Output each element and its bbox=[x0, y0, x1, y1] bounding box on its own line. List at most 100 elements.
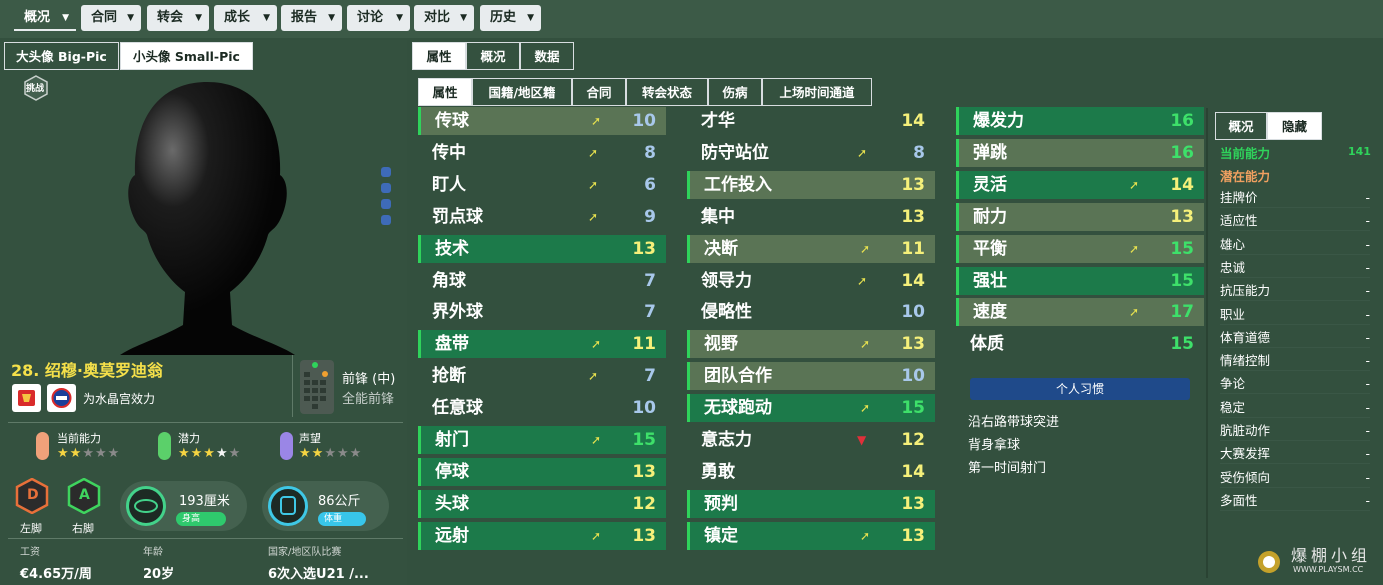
weight-card: 86公斤 体重 bbox=[262, 481, 389, 531]
attribute-row[interactable]: 角球 7 bbox=[418, 267, 666, 295]
hidden-attribute-value: - bbox=[1365, 306, 1370, 322]
side-tab-hidden[interactable]: 隐藏 bbox=[1267, 112, 1322, 140]
attribute-value: 15 bbox=[901, 398, 925, 419]
hidden-attribute-value: - bbox=[1365, 446, 1370, 462]
pager-dot[interactable] bbox=[381, 183, 391, 193]
attribute-row[interactable]: 才华 14 bbox=[687, 107, 935, 135]
subtab-contract[interactable]: 合同 bbox=[572, 78, 626, 106]
attribute-name: 头球 bbox=[435, 493, 469, 514]
tab-attributes[interactable]: 属性 bbox=[412, 42, 466, 70]
attribute-row[interactable]: 视野 13 ➚ bbox=[687, 330, 935, 359]
attribute-row[interactable]: 工作投入 13 bbox=[687, 170, 935, 199]
attribute-name: 集中 bbox=[701, 206, 735, 227]
pager-dot[interactable] bbox=[381, 199, 391, 209]
attribute-name: 停球 bbox=[435, 461, 469, 482]
attribute-row[interactable]: 罚点球 9 ➚ bbox=[418, 203, 666, 231]
attribute-row[interactable]: 传中 8 ➚ bbox=[418, 139, 666, 167]
attribute-row[interactable]: 无球跑动 15 ➚ bbox=[687, 394, 935, 423]
nav-report[interactable]: 报告 ▼ bbox=[281, 5, 342, 31]
nav-development[interactable]: 成长 ▼ bbox=[214, 5, 277, 31]
subtab-transfer-status[interactable]: 转会状态 bbox=[626, 78, 708, 106]
attribute-value: 12 bbox=[901, 430, 925, 450]
habits-header[interactable]: 个人习惯 bbox=[970, 378, 1190, 400]
attribute-row[interactable]: 盯人 6 ➚ bbox=[418, 171, 666, 199]
hidden-attribute-row: 忠诚 - bbox=[1220, 258, 1370, 278]
attribute-value: 7 bbox=[644, 270, 656, 291]
side-tab-overview[interactable]: 概况 bbox=[1215, 112, 1267, 140]
tab-big-pic[interactable]: 大头像 Big-Pic bbox=[4, 42, 119, 70]
club-text[interactable]: 为水晶宫效力 bbox=[83, 390, 155, 407]
player-head-icon bbox=[120, 82, 295, 355]
attribute-value: 14 bbox=[901, 111, 925, 131]
attribute-row[interactable]: 体质 15 bbox=[956, 330, 1204, 358]
nav-contract[interactable]: 合同 ▼ bbox=[81, 5, 141, 31]
attribute-value: 14 bbox=[1170, 174, 1194, 195]
subtab-injury[interactable]: 伤病 bbox=[708, 78, 762, 106]
attribute-row[interactable]: 意志力 12 ▼ bbox=[687, 426, 935, 454]
attribute-row[interactable]: 技术 13 bbox=[418, 234, 666, 263]
attribute-row[interactable]: 爆发力 16 bbox=[956, 107, 1204, 135]
attribute-row[interactable]: 领导力 14 ➚ bbox=[687, 267, 935, 295]
attribute-row[interactable]: 强壮 15 bbox=[956, 266, 1204, 295]
attribute-row[interactable]: 速度 17 ➚ bbox=[956, 298, 1204, 327]
attribute-name: 耐力 bbox=[973, 206, 1007, 227]
club-badge[interactable] bbox=[47, 384, 76, 412]
attribute-value: 8 bbox=[913, 142, 925, 163]
pager-dot[interactable] bbox=[381, 215, 391, 225]
attribute-row[interactable]: 传球 10 ➚ bbox=[418, 107, 666, 135]
attribute-row[interactable]: 预判 13 bbox=[687, 489, 935, 518]
attribute-row[interactable]: 头球 12 bbox=[418, 489, 666, 518]
attribute-row[interactable]: 团队合作 10 bbox=[687, 362, 935, 391]
pager-dot[interactable] bbox=[381, 167, 391, 177]
attribute-row[interactable]: 灵活 14 ➚ bbox=[956, 170, 1204, 199]
attribute-row[interactable]: 勇敢 14 bbox=[687, 458, 935, 486]
ca-stars: ★★★★★ bbox=[57, 446, 121, 461]
attribute-name: 强壮 bbox=[973, 270, 1007, 291]
attribute-row[interactable]: 远射 13 ➚ bbox=[418, 521, 666, 550]
attribute-row[interactable]: 决断 11 ➚ bbox=[687, 234, 935, 263]
subtab-playing-time[interactable]: 上场时间通道 bbox=[762, 78, 872, 106]
tab-overview[interactable]: 概况 bbox=[466, 42, 520, 70]
left-foot-label: 左脚 bbox=[20, 522, 42, 535]
nationality-flag[interactable] bbox=[12, 384, 41, 412]
attribute-row[interactable]: 集中 13 bbox=[687, 203, 935, 231]
hidden-attribute-label: 职业 bbox=[1220, 306, 1246, 322]
attribute-row[interactable]: 弹跳 16 bbox=[956, 138, 1204, 167]
attribute-row[interactable]: 任意球 10 bbox=[418, 394, 666, 422]
attribute-row[interactable]: 耐力 13 bbox=[956, 202, 1204, 231]
nav-overview[interactable]: 概况 ▼ bbox=[14, 5, 76, 31]
arrow-up-icon: ➚ bbox=[591, 337, 602, 352]
position-pitch bbox=[300, 360, 334, 414]
attribute-name: 灵活 bbox=[973, 174, 1007, 195]
nav-compare[interactable]: 对比 ▼ bbox=[414, 5, 474, 31]
divider bbox=[8, 538, 403, 539]
attribute-row[interactable]: 侵略性 10 bbox=[687, 298, 935, 326]
chevron-down-icon: ▼ bbox=[527, 13, 534, 23]
attribute-row[interactable]: 射门 15 ➚ bbox=[418, 426, 666, 454]
nav-discussion[interactable]: 讨论 ▼ bbox=[347, 5, 410, 31]
arrow-up-icon: ➚ bbox=[1129, 305, 1140, 320]
attribute-row[interactable]: 界外球 7 bbox=[418, 298, 666, 326]
tab-small-pic[interactable]: 小头像 Small-Pic bbox=[120, 42, 253, 70]
rep-stars: ★★★★★ bbox=[299, 446, 363, 461]
attribute-row[interactable]: 停球 13 bbox=[418, 457, 666, 486]
attribute-row[interactable]: 盘带 11 ➚ bbox=[418, 330, 666, 359]
hidden-attribute-row: 肮脏动作 - bbox=[1220, 421, 1370, 441]
attribute-row[interactable]: 防守站位 8 ➚ bbox=[687, 139, 935, 167]
attribute-row[interactable]: 抢断 7 ➚ bbox=[418, 362, 666, 390]
rep-label: 声望 bbox=[299, 432, 321, 445]
nav-history[interactable]: 历史 ▼ bbox=[480, 5, 541, 31]
attribute-name: 决断 bbox=[704, 238, 738, 259]
attribute-value: 10 bbox=[632, 398, 656, 419]
wage-value: €4.65万/周 bbox=[20, 567, 92, 582]
nav-transfer[interactable]: 转会 ▼ bbox=[147, 5, 209, 31]
tab-stats[interactable]: 数据 bbox=[520, 42, 574, 70]
subtab-nationality[interactable]: 国籍/地区籍 bbox=[472, 78, 572, 106]
hidden-attributes: 挂牌价 - 适应性 - 雄心 - 忠诚 - 抗压能力 - 职业 - 体育道德 - 情绪控制 - 争论 - 稳定 - 肮脏… bbox=[1208, 188, 1378, 518]
attribute-row[interactable]: 平衡 15 ➚ bbox=[956, 234, 1204, 263]
hidden-attribute-label: 体育道德 bbox=[1220, 329, 1271, 345]
subtab-attributes[interactable]: 属性 bbox=[418, 78, 472, 106]
chevron-down-icon: ▼ bbox=[460, 13, 467, 23]
attribute-row[interactable]: 镇定 13 ➚ bbox=[687, 521, 935, 550]
hidden-attribute-value: - bbox=[1365, 329, 1370, 345]
